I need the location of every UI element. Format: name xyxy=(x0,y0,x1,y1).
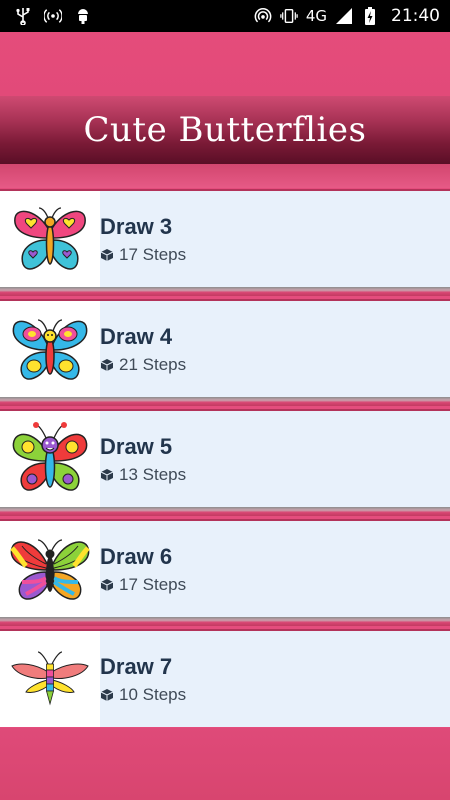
top-band xyxy=(0,32,450,96)
list-item-title: Draw 5 xyxy=(100,434,173,459)
divider xyxy=(0,397,450,406)
list-item-steps-text: 13 Steps xyxy=(119,465,187,484)
signal-icon xyxy=(335,7,353,25)
divider xyxy=(0,617,450,626)
status-bar: 4G 21:40 xyxy=(0,0,450,32)
list-item-steps: 21 Steps xyxy=(100,355,186,375)
list-item[interactable]: Draw 7 10 Steps xyxy=(0,626,450,736)
list-item-title: Draw 3 xyxy=(100,214,173,239)
list-item-info: Draw 7 10 Steps xyxy=(100,653,186,705)
cube-icon xyxy=(100,579,114,591)
list-item[interactable]: Draw 5 13 Steps xyxy=(0,406,450,516)
butterfly-dots-icon xyxy=(0,411,100,507)
list-item-card[interactable]: Draw 3 17 Steps xyxy=(0,189,450,287)
vibrate-icon xyxy=(280,7,298,25)
list-item-title: Draw 4 xyxy=(100,324,173,349)
divider xyxy=(0,507,450,516)
status-left xyxy=(14,7,92,25)
list-item-info: Draw 6 17 Steps xyxy=(100,543,186,595)
butterfly-blue-icon xyxy=(0,301,100,397)
usb-icon xyxy=(14,7,32,25)
butterfly-moth-icon xyxy=(0,631,100,727)
below-banner xyxy=(0,164,450,188)
list-item[interactable]: Draw 6 17 Steps xyxy=(0,516,450,626)
status-right: 4G 21:40 xyxy=(254,6,440,26)
wifi-hotspot-icon xyxy=(44,7,62,25)
list-item[interactable]: Draw 4 21 Steps xyxy=(0,296,450,406)
butterfly-hearts-icon xyxy=(0,191,100,287)
list-item-card[interactable]: Draw 5 13 Steps xyxy=(0,409,450,507)
list-item-title: Draw 7 xyxy=(100,654,173,679)
clock: 21:40 xyxy=(391,6,440,26)
list-item[interactable]: Draw 3 17 Steps xyxy=(0,186,450,296)
network-type: 4G xyxy=(305,7,327,25)
list-item-steps-text: 10 Steps xyxy=(119,685,187,704)
list-item-steps-text: 21 Steps xyxy=(119,355,187,374)
list-item-steps-text: 17 Steps xyxy=(119,575,187,594)
battery-icon xyxy=(361,7,379,25)
list-item-card[interactable]: Draw 6 17 Steps xyxy=(0,519,450,617)
list-item-card[interactable]: Draw 4 21 Steps xyxy=(0,299,450,397)
list-item-title: Draw 6 xyxy=(100,544,173,569)
list-item-card[interactable]: Draw 7 10 Steps xyxy=(0,629,450,727)
list-item-steps: 17 Steps xyxy=(100,575,186,595)
divider xyxy=(0,287,450,296)
bottom-area xyxy=(0,728,450,800)
list-item-steps: 13 Steps xyxy=(100,465,186,485)
title-banner: Cute Butterflies xyxy=(0,96,450,164)
list-item-info: Draw 4 21 Steps xyxy=(100,323,186,375)
list-item-steps: 10 Steps xyxy=(100,685,186,705)
list-item-info: Draw 5 13 Steps xyxy=(100,433,186,485)
cube-icon xyxy=(100,689,114,701)
hotspot-icon xyxy=(254,7,272,25)
list-item-info: Draw 3 17 Steps xyxy=(100,213,186,265)
android-debug-icon xyxy=(74,7,92,25)
page-title: Cute Butterflies xyxy=(83,110,367,150)
drawing-list: Draw 3 17 Steps Draw 4 21 Steps Draw 5 1… xyxy=(0,186,450,736)
list-item-steps: 17 Steps xyxy=(100,245,186,265)
list-item-steps-text: 17 Steps xyxy=(119,245,187,264)
cube-icon xyxy=(100,359,114,371)
cube-icon xyxy=(100,469,114,481)
cube-icon xyxy=(100,249,114,261)
butterfly-rainbow-icon xyxy=(0,521,100,617)
